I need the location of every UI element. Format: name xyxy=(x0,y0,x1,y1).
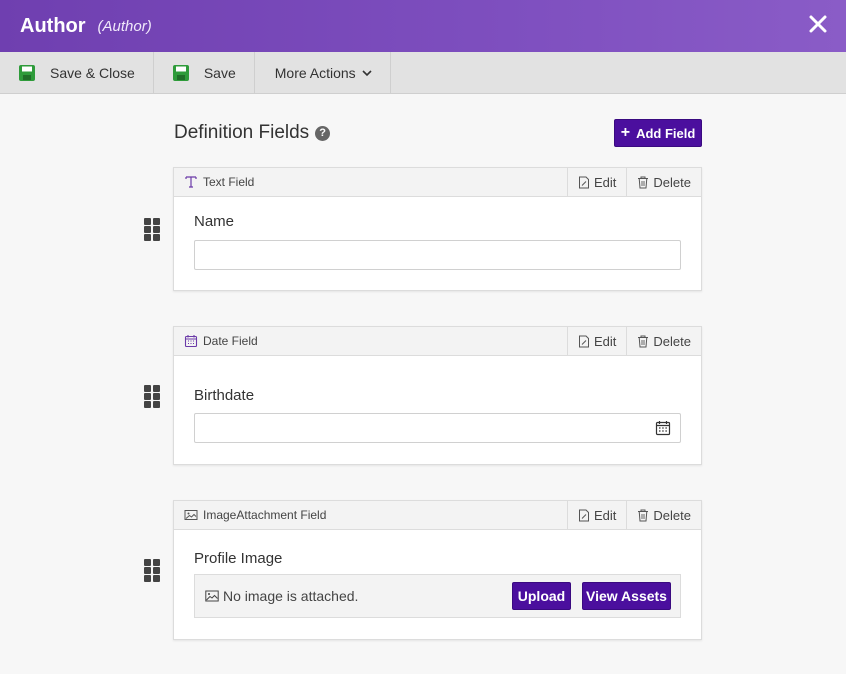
field-label: Birthdate xyxy=(194,387,255,404)
title-bar: Author (Author) xyxy=(0,0,846,52)
drag-handle-icon[interactable] xyxy=(143,218,161,241)
chevron-down-icon xyxy=(362,70,372,77)
upload-button[interactable]: Upload xyxy=(512,582,571,610)
field-card-birthdate: Date Field Edit Delete Birthdate xyxy=(173,326,702,465)
edit-icon xyxy=(579,509,590,521)
save-button[interactable]: Save xyxy=(154,52,255,94)
window-subtitle: (Author) xyxy=(97,17,152,35)
trash-icon xyxy=(638,335,649,347)
close-icon[interactable] xyxy=(806,12,830,36)
field-type-label: Date Field xyxy=(203,334,258,348)
no-image-text: No image is attached. xyxy=(223,588,359,604)
save-and-close-button[interactable]: Save & Close xyxy=(0,52,154,94)
save-and-close-label: Save & Close xyxy=(50,65,135,81)
image-icon xyxy=(205,590,219,602)
add-field-label: Add Field xyxy=(636,125,696,141)
field-type: Text Field xyxy=(174,175,567,189)
more-actions-dropdown[interactable]: More Actions xyxy=(255,52,391,94)
field-type: Date Field xyxy=(174,334,567,348)
field-label: Profile Image xyxy=(194,550,283,567)
delete-label: Delete xyxy=(653,174,691,190)
field-label: Name xyxy=(194,213,235,230)
field-type: ImageAttachment Field xyxy=(174,508,567,522)
delete-button[interactable]: Delete xyxy=(626,500,701,530)
image-attachment-area: No image is attached. Upload View Assets xyxy=(194,574,681,618)
plus-icon: + xyxy=(620,124,631,141)
calendar-icon[interactable] xyxy=(655,420,671,436)
no-image-message: No image is attached. xyxy=(205,588,358,604)
name-input[interactable] xyxy=(194,240,681,270)
delete-label: Delete xyxy=(653,333,691,349)
page-heading: Definition Fields ? xyxy=(174,122,331,144)
edit-label: Edit xyxy=(594,174,617,190)
field-card-profile-image: ImageAttachment Field Edit Delete Profil… xyxy=(173,500,702,640)
delete-button[interactable]: Delete xyxy=(626,326,701,356)
text-field-icon xyxy=(185,176,197,188)
view-assets-button[interactable]: View Assets xyxy=(582,582,671,610)
edit-icon xyxy=(579,176,590,188)
field-card-header: Text Field Edit Delete xyxy=(174,167,701,197)
page-title: Definition Fields xyxy=(174,122,310,143)
trash-icon xyxy=(638,176,649,188)
edit-label: Edit xyxy=(594,507,617,523)
edit-button[interactable]: Edit xyxy=(567,167,626,197)
edit-button[interactable]: Edit xyxy=(567,500,626,530)
field-card-header: Date Field Edit Delete xyxy=(174,326,701,356)
window-title: Author xyxy=(20,14,86,37)
help-icon[interactable]: ? xyxy=(315,125,331,141)
toolbar: Save & Close Save More Actions xyxy=(0,52,846,94)
edit-icon xyxy=(579,335,590,347)
add-field-button[interactable]: + Add Field xyxy=(614,119,702,147)
field-type-label: Text Field xyxy=(203,175,255,189)
field-type-label: ImageAttachment Field xyxy=(203,508,327,522)
edit-button[interactable]: Edit xyxy=(567,326,626,356)
calendar-icon xyxy=(184,335,198,348)
drag-handle-icon[interactable] xyxy=(143,385,161,408)
save-icon xyxy=(19,65,35,81)
field-card-name: Text Field Edit Delete Name xyxy=(173,167,702,291)
drag-handle-icon[interactable] xyxy=(143,559,161,582)
image-icon xyxy=(184,510,198,520)
edit-label: Edit xyxy=(594,333,617,349)
more-actions-label: More Actions xyxy=(274,65,356,81)
field-card-header: ImageAttachment Field Edit Delete xyxy=(174,500,701,530)
delete-label: Delete xyxy=(653,507,691,523)
birthdate-input[interactable] xyxy=(194,413,681,443)
save-label: Save xyxy=(203,65,236,81)
delete-button[interactable]: Delete xyxy=(626,167,701,197)
save-icon xyxy=(172,65,189,81)
trash-icon xyxy=(638,509,649,521)
